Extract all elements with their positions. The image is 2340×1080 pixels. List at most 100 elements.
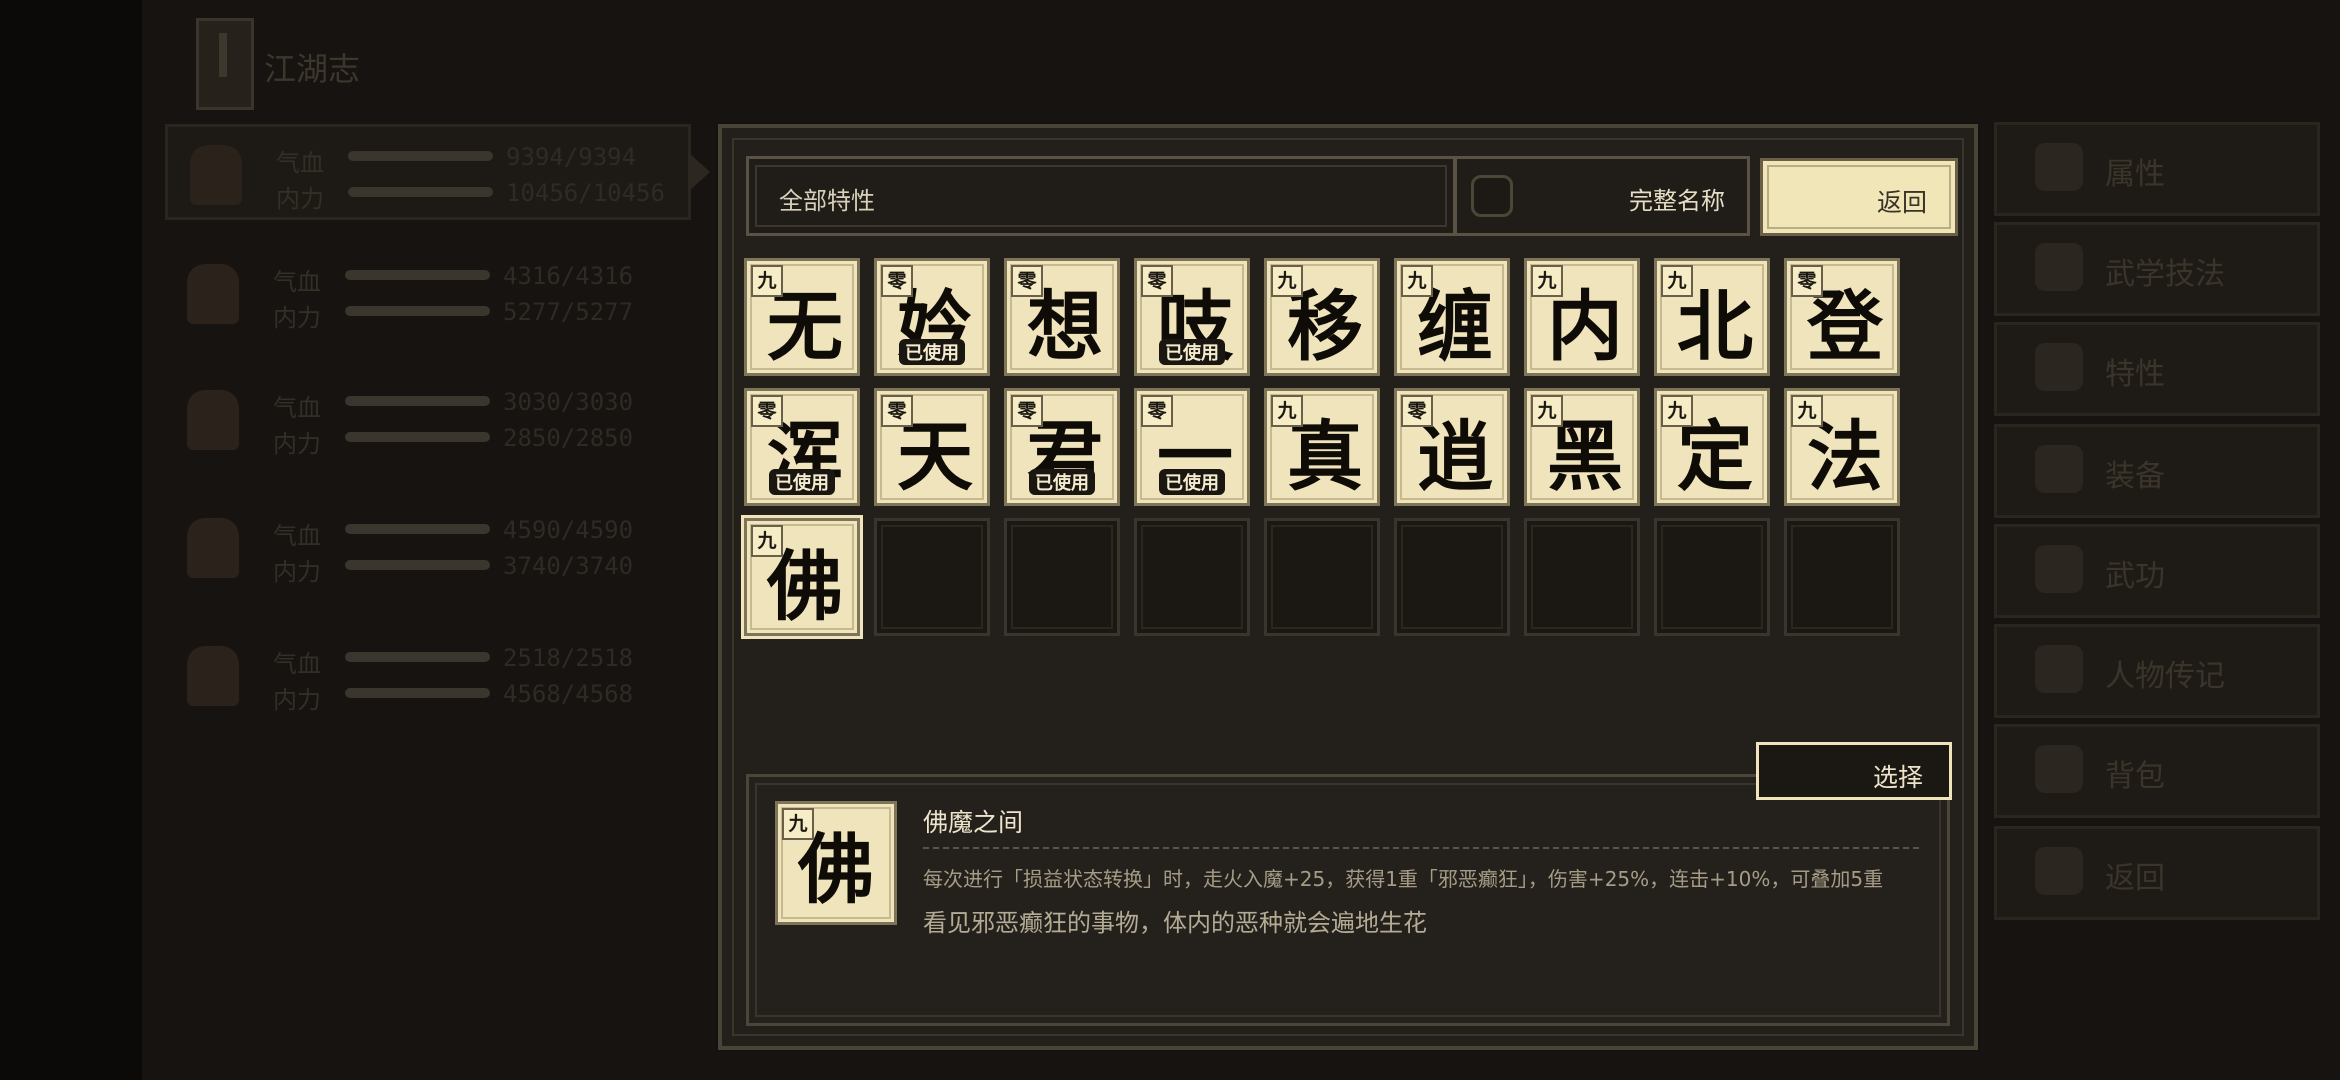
party-member-row[interactable]: 气血 3030/3030 内力 2850/2850 (165, 372, 685, 462)
trait-card[interactable]: 零一已使用 (1134, 388, 1250, 506)
detail-divider (923, 847, 1919, 849)
trait-effect: 每次进行「损益状态转换」时，走火入魔+25，获得1重「邪恶癫狂」，伤害+25%，… (923, 867, 1884, 891)
character-avatar (190, 145, 242, 205)
side-menu-button[interactable]: 背包 (1994, 724, 2320, 818)
menu-item-icon (2035, 343, 2083, 391)
filter-label: 全部特性 (779, 187, 875, 215)
trait-card[interactable]: 九缠 (1394, 258, 1510, 376)
hp-label: 气血 (276, 149, 324, 177)
mp-label: 内力 (273, 430, 321, 458)
trait-card[interactable]: 九真 (1264, 388, 1380, 506)
back-button[interactable]: 返回 (1760, 158, 1958, 236)
trait-filter-dropdown[interactable]: 全部特性 (746, 156, 1456, 236)
character-avatar (187, 646, 239, 706)
select-button[interactable]: 选择 (1756, 742, 1952, 800)
character-avatar (187, 390, 239, 450)
trait-card[interactable]: 零君已使用 (1004, 388, 1120, 506)
used-badge: 已使用 (1029, 469, 1095, 495)
side-menu-button[interactable]: 返回 (1994, 826, 2320, 920)
side-menu-button[interactable]: 武功 (1994, 524, 2320, 618)
party-member-row[interactable]: 气血 4590/4590 内力 3740/3740 (165, 500, 685, 590)
rank-badge: 九 (1661, 395, 1693, 427)
rank-badge: 零 (751, 395, 783, 427)
mp-label: 内力 (273, 686, 321, 714)
left-letterbox (0, 0, 142, 1080)
side-menu-button[interactable]: 武学技法 (1994, 222, 2320, 316)
used-badge: 已使用 (1159, 469, 1225, 495)
hp-value: 4316/4316 (503, 262, 634, 290)
selected-arrow-icon (688, 152, 710, 192)
rank-badge: 九 (1271, 265, 1303, 297)
rank-badge: 零 (1141, 395, 1173, 427)
character-avatar (187, 518, 239, 578)
used-badge: 已使用 (769, 469, 835, 495)
rank-badge: 零 (1011, 265, 1043, 297)
menu-item-label: 特性 (2105, 357, 2165, 392)
trait-card[interactable]: 零妗已使用 (874, 258, 990, 376)
rank-badge: 九 (1531, 265, 1563, 297)
side-menu-button[interactable]: 特性 (1994, 322, 2320, 416)
empty-trait-slot[interactable] (1524, 518, 1640, 636)
trait-card[interactable]: 九内 (1524, 258, 1640, 376)
trait-card[interactable]: 九北 (1654, 258, 1770, 376)
empty-trait-slot[interactable] (874, 518, 990, 636)
trait-card[interactable]: 九移 (1264, 258, 1380, 376)
trait-card[interactable]: 零想 (1004, 258, 1120, 376)
detail-trait-card: 九 佛 (775, 801, 897, 925)
menu-item-icon (2035, 243, 2083, 291)
trait-card[interactable]: 九黑 (1524, 388, 1640, 506)
mp-bar (345, 306, 490, 316)
empty-trait-slot[interactable] (1394, 518, 1510, 636)
back-button-label: 返回 (1876, 188, 1927, 217)
detail-rank-badge: 九 (782, 808, 814, 840)
fullname-label: 完整名称 (1629, 187, 1725, 215)
trait-card[interactable]: 零登 (1784, 258, 1900, 376)
trait-grid: 九无零妗已使用零想零吱已使用九移九缠九内九北零登零浑已使用零天零君已使用零一已使… (744, 258, 1904, 642)
empty-trait-slot[interactable] (1004, 518, 1120, 636)
rank-badge: 九 (751, 525, 783, 557)
trait-card[interactable]: 零浑已使用 (744, 388, 860, 506)
book-icon (196, 18, 254, 110)
party-member-row[interactable]: 气血 4316/4316 内力 5277/5277 (165, 246, 685, 336)
trait-flavor-text: 看见邪恶癫狂的事物，体内的恶种就会遍地生花 (923, 909, 1427, 937)
party-member-row[interactable]: 气血 9394/9394 内力 10456/10456 (165, 124, 691, 220)
side-menu-button[interactable]: 装备 (1994, 424, 2320, 518)
trait-card[interactable]: 零吱已使用 (1134, 258, 1250, 376)
menu-item-icon (2035, 847, 2083, 895)
trait-card[interactable]: 九法 (1784, 388, 1900, 506)
mp-label: 内力 (273, 558, 321, 586)
empty-trait-slot[interactable] (1654, 518, 1770, 636)
trait-card[interactable]: 九定 (1654, 388, 1770, 506)
menu-item-label: 属性 (2105, 157, 2165, 192)
fullname-checkbox[interactable] (1471, 175, 1513, 217)
trait-card[interactable]: 零天 (874, 388, 990, 506)
rank-badge: 零 (881, 395, 913, 427)
menu-item-label: 武功 (2105, 559, 2165, 594)
mp-bar (345, 688, 490, 698)
empty-trait-slot[interactable] (1134, 518, 1250, 636)
empty-trait-slot[interactable] (1264, 518, 1380, 636)
menu-item-label: 装备 (2105, 459, 2165, 494)
hp-label: 气血 (273, 650, 321, 678)
party-member-row[interactable]: 气血 2518/2518 内力 4568/4568 (165, 628, 685, 718)
trait-card[interactable]: 零逍 (1394, 388, 1510, 506)
fullname-toggle[interactable]: 完整名称 (1454, 156, 1750, 236)
menu-item-label: 武学技法 (2105, 257, 2225, 292)
rank-badge: 九 (1271, 395, 1303, 427)
hp-label: 气血 (273, 268, 321, 296)
side-menu-button[interactable]: 属性 (1994, 122, 2320, 216)
trait-card[interactable]: 九佛 (744, 518, 860, 636)
mp-label: 内力 (276, 185, 324, 213)
side-menu-button[interactable]: 人物传记 (1994, 624, 2320, 718)
empty-trait-slot[interactable] (1784, 518, 1900, 636)
menu-item-icon (2035, 745, 2083, 793)
mp-bar (345, 560, 490, 570)
rank-badge: 九 (1791, 395, 1823, 427)
trait-card[interactable]: 九无 (744, 258, 860, 376)
hp-bar (345, 524, 490, 534)
menu-item-label: 返回 (2105, 861, 2165, 896)
hp-bar (345, 396, 490, 406)
hp-value: 9394/9394 (506, 143, 637, 171)
menu-item-label: 人物传记 (2105, 659, 2225, 694)
menu-item-icon (2035, 645, 2083, 693)
